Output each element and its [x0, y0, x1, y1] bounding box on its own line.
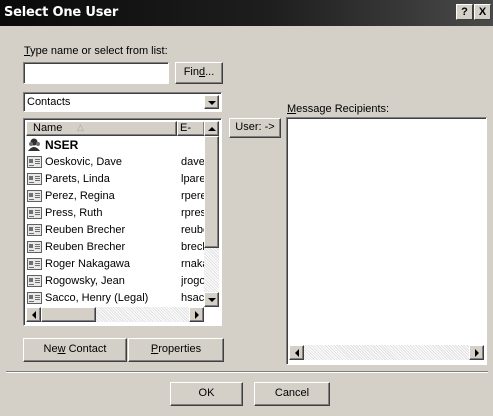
arrow-up-icon: [208, 127, 216, 131]
column-header-email[interactable]: E-Ma: [177, 121, 205, 136]
window-title: Select One User: [4, 5, 119, 20]
scroll-up-button[interactable]: [204, 121, 219, 136]
contact-list[interactable]: Name △ E-Ma NSER Oeskovic, Davedave Pare…: [23, 118, 222, 326]
add-user-button[interactable]: User: ->: [229, 118, 281, 138]
properties-button[interactable]: Properties: [128, 338, 224, 362]
arrow-right-icon: [195, 311, 199, 319]
search-label: Type name or select from list:: [24, 45, 168, 57]
sort-ascending-icon: △: [77, 122, 84, 132]
contact-card-icon: [27, 241, 42, 253]
recipients-label: Message Recipients:: [287, 103, 390, 115]
scroll-right-button[interactable]: [189, 307, 204, 322]
contact-card-icon: [27, 224, 42, 236]
contact-card-icon: [27, 292, 42, 304]
ok-button[interactable]: OK: [170, 382, 243, 406]
arrow-down-icon: [208, 298, 216, 302]
group-icon: [27, 138, 42, 152]
contact-card-icon: [27, 258, 42, 270]
scroll-track-horizontal: [304, 345, 469, 360]
arrow-left-icon: [295, 349, 299, 357]
find-button[interactable]: Find...: [175, 62, 223, 84]
title-bar[interactable]: Select One User ? X: [0, 0, 493, 26]
contact-card-icon: [27, 207, 42, 219]
scroll-down-button[interactable]: [204, 292, 219, 307]
search-input[interactable]: [23, 62, 169, 84]
recipients-horizontal-scrollbar[interactable]: [289, 345, 484, 360]
help-button[interactable]: ?: [456, 4, 473, 20]
contact-card-icon: [27, 156, 42, 168]
contact-card-icon: [27, 190, 42, 202]
contact-card-icon: [27, 275, 42, 287]
scroll-right-button[interactable]: [469, 345, 484, 360]
scroll-left-button[interactable]: [26, 307, 41, 322]
column-header-name[interactable]: Name △: [26, 121, 177, 136]
arrow-right-icon: [475, 349, 479, 357]
address-book-select[interactable]: Contacts: [23, 92, 222, 112]
chevron-down-icon: [208, 101, 216, 105]
scroll-thumb[interactable]: [204, 136, 219, 248]
scroll-left-button[interactable]: [289, 345, 304, 360]
cancel-button[interactable]: Cancel: [254, 382, 330, 406]
help-icon: ?: [461, 6, 468, 18]
separator: [6, 371, 488, 373]
vertical-scrollbar[interactable]: [204, 121, 219, 307]
scroll-thumb-horizontal[interactable]: [41, 307, 96, 322]
recipients-list[interactable]: [286, 117, 487, 365]
contact-card-icon: [27, 173, 42, 185]
horizontal-scrollbar[interactable]: [26, 307, 204, 322]
close-icon: X: [478, 6, 487, 18]
arrow-left-icon: [32, 311, 36, 319]
new-contact-button[interactable]: New Contact: [23, 338, 127, 362]
close-button[interactable]: X: [474, 4, 491, 20]
select-user-dialog: Select One User ? X Type name or select …: [0, 0, 493, 416]
dropdown-button[interactable]: [204, 95, 219, 109]
